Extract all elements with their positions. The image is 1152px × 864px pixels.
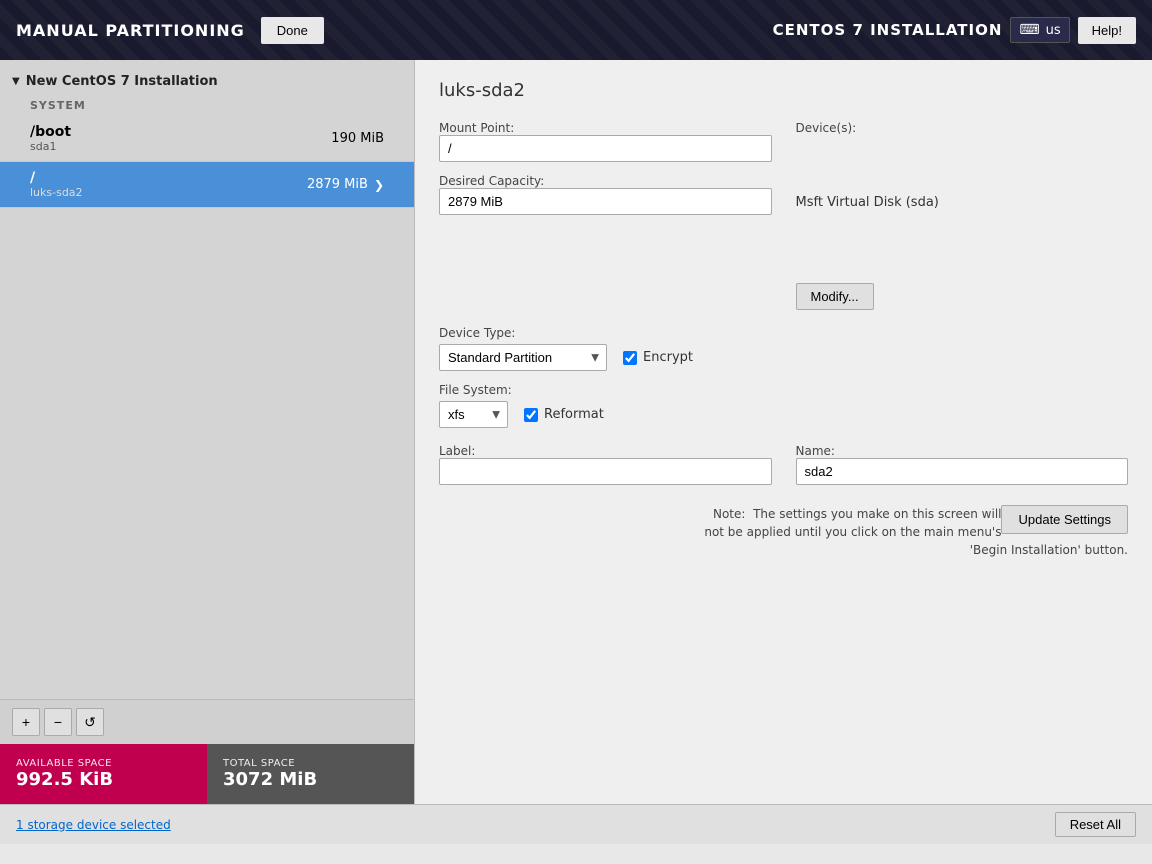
- desired-capacity-label: Desired Capacity:: [439, 174, 772, 188]
- label-field-label: Label:: [439, 444, 772, 458]
- device-type-section: Device Type: Standard Partition LVM LVM …: [439, 326, 1128, 371]
- partition-info-root: / luks-sda2: [30, 170, 83, 199]
- centos-title: CENTOS 7 INSTALLATION: [773, 21, 1003, 39]
- tree-section: ▼ New CentOS 7 Installation SYSTEM /boot…: [0, 60, 414, 216]
- file-system-row: xfs ext4 ext3 ext2 vfat swap ▼ Reformat: [439, 401, 1128, 428]
- space-bar: AVAILABLE SPACE 992.5 KiB TOTAL SPACE 30…: [0, 744, 414, 804]
- partition-device-boot: sda1: [30, 140, 71, 153]
- encrypt-checkbox[interactable]: [623, 351, 637, 365]
- tree-header-label: New CentOS 7 Installation: [26, 74, 218, 89]
- available-space-value: 992.5 KiB: [16, 769, 191, 790]
- desired-capacity-input[interactable]: [439, 188, 772, 215]
- right-panel: luks-sda2 Mount Point: Desired Capacity:…: [415, 60, 1152, 804]
- devices-list: Msft Virtual Disk (sda): [796, 195, 1129, 275]
- total-space-label: TOTAL SPACE: [223, 758, 398, 769]
- total-space-value: 3072 MiB: [223, 769, 398, 790]
- desired-capacity-section: Desired Capacity:: [439, 174, 772, 215]
- left-toolbar: + − ↺: [0, 699, 414, 744]
- header-right: CENTOS 7 INSTALLATION ⌨ us Help!: [773, 17, 1136, 44]
- partition-mount-boot: /boot: [30, 124, 71, 140]
- device-type-select[interactable]: Standard Partition LVM LVM Thin Provisio…: [439, 344, 607, 371]
- header: MANUAL PARTITIONING Done CENTOS 7 INSTAL…: [0, 0, 1152, 60]
- device-type-label: Device Type:: [439, 326, 1128, 340]
- partition-size-boot: 190 MiB: [331, 131, 384, 146]
- partition-device-root: luks-sda2: [30, 186, 83, 199]
- detail-title: luks-sda2: [439, 80, 1128, 101]
- partition-size-root: 2879 MiB ❯: [307, 177, 384, 192]
- name-input[interactable]: [796, 458, 1129, 485]
- partition-mount-root: /: [30, 170, 83, 186]
- encrypt-checkbox-row: Encrypt: [623, 350, 693, 365]
- partition-size-value-root: 2879 MiB: [307, 177, 368, 192]
- devices-section: Device(s): Msft Virtual Disk (sda) Modif…: [796, 121, 1129, 310]
- done-button[interactable]: Done: [261, 17, 324, 44]
- header-left: MANUAL PARTITIONING Done: [16, 17, 324, 44]
- file-system-label: File System:: [439, 383, 1128, 397]
- name-field-label: Name:: [796, 444, 1129, 458]
- add-partition-button[interactable]: +: [12, 708, 40, 736]
- partition-item-boot[interactable]: /boot sda1 190 MiB: [0, 116, 414, 162]
- label-section: Label:: [439, 444, 772, 485]
- total-space: TOTAL SPACE 3072 MiB: [207, 744, 414, 804]
- keyboard-lang: us: [1046, 23, 1061, 38]
- encrypt-label: Encrypt: [643, 350, 693, 365]
- reformat-label: Reformat: [544, 407, 604, 422]
- partition-list: ▼ New CentOS 7 Installation SYSTEM /boot…: [0, 60, 414, 699]
- tree-arrow-icon: ▼: [12, 76, 20, 87]
- reset-all-button[interactable]: Reset All: [1055, 812, 1136, 837]
- left-panel: ▼ New CentOS 7 Installation SYSTEM /boot…: [0, 60, 415, 804]
- keyboard-icon: ⌨: [1019, 22, 1039, 38]
- label-name-row: Label: Name:: [439, 444, 1128, 485]
- tree-header[interactable]: ▼ New CentOS 7 Installation: [0, 68, 414, 95]
- reformat-checkbox-row: Reformat: [524, 407, 604, 422]
- partition-info-boot: /boot sda1: [30, 124, 71, 153]
- mount-point-label: Mount Point:: [439, 121, 772, 135]
- available-space: AVAILABLE SPACE 992.5 KiB: [0, 744, 207, 804]
- devices-label: Device(s):: [796, 121, 1129, 135]
- device-type-row: Standard Partition LVM LVM Thin Provisio…: [439, 344, 1128, 371]
- available-space-label: AVAILABLE SPACE: [16, 758, 191, 769]
- mount-devices-row: Mount Point: Desired Capacity: Device(s)…: [439, 121, 1128, 310]
- keyboard-input[interactable]: ⌨ us: [1010, 17, 1069, 43]
- main-container: ▼ New CentOS 7 Installation SYSTEM /boot…: [0, 60, 1152, 804]
- chevron-right-icon: ❯: [374, 178, 384, 192]
- device-entry: Msft Virtual Disk (sda): [796, 195, 1129, 210]
- file-system-select-wrapper: xfs ext4 ext3 ext2 vfat swap ▼: [439, 401, 508, 428]
- label-input[interactable]: [439, 458, 772, 485]
- page-title: MANUAL PARTITIONING: [16, 21, 245, 40]
- help-button[interactable]: Help!: [1078, 17, 1136, 44]
- refresh-button[interactable]: ↺: [76, 708, 104, 736]
- partition-item-root[interactable]: / luks-sda2 2879 MiB ❯: [0, 162, 414, 208]
- mount-point-input[interactable]: [439, 135, 772, 162]
- update-settings-button[interactable]: Update Settings: [1001, 505, 1128, 534]
- mount-point-section: Mount Point: Desired Capacity:: [439, 121, 772, 310]
- file-system-select[interactable]: xfs ext4 ext3 ext2 vfat swap: [439, 401, 508, 428]
- device-type-select-wrapper: Standard Partition LVM LVM Thin Provisio…: [439, 344, 607, 371]
- bottom-bar: 1 storage device selected Reset All: [0, 804, 1152, 844]
- remove-partition-button[interactable]: −: [44, 708, 72, 736]
- name-section: Name:: [796, 444, 1129, 485]
- system-label: SYSTEM: [0, 95, 414, 116]
- partition-size-value-boot: 190 MiB: [331, 131, 384, 146]
- file-system-section: File System: xfs ext4 ext3 ext2 vfat swa…: [439, 383, 1128, 428]
- reformat-checkbox[interactable]: [524, 408, 538, 422]
- modify-button[interactable]: Modify...: [796, 283, 874, 310]
- storage-device-link[interactable]: 1 storage device selected: [16, 818, 171, 832]
